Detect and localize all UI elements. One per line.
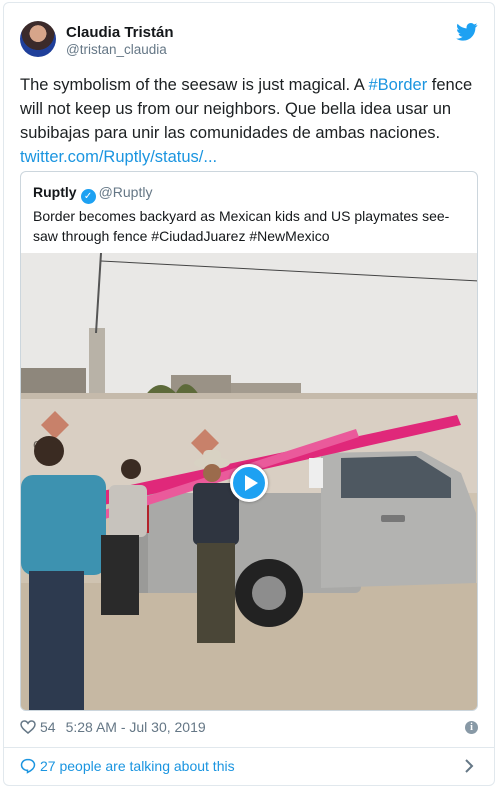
- play-icon[interactable]: [230, 464, 268, 502]
- hashtag-link[interactable]: #Border: [368, 76, 427, 94]
- chevron-right-icon[interactable]: [464, 758, 474, 774]
- info-icon[interactable]: i: [465, 721, 478, 734]
- tweet-meta: 54 5:28 AM - Jul 30, 2019 i: [20, 719, 478, 739]
- video-media[interactable]: on: [21, 253, 477, 710]
- heart-icon[interactable]: [20, 720, 36, 734]
- quoted-header: Ruptly ✓ @Ruptly: [33, 184, 152, 204]
- tweet-text: The symbolism of the seesaw is just magi…: [20, 73, 480, 169]
- avatar[interactable]: [20, 21, 56, 57]
- like-count[interactable]: 54: [40, 719, 56, 735]
- timestamp[interactable]: 5:28 AM - Jul 30, 2019: [66, 719, 206, 735]
- quoted-handle[interactable]: @Ruptly: [99, 184, 153, 200]
- speech-bubble-icon: [20, 758, 36, 774]
- tweet-header: Claudia Tristán @tristan_claudia: [20, 21, 478, 61]
- twitter-bird-icon[interactable]: [456, 23, 478, 41]
- quoted-tweet[interactable]: Ruptly ✓ @Ruptly Border becomes backyard a…: [20, 171, 478, 711]
- quoted-text: Border becomes backyard as Mexican kids …: [33, 208, 450, 244]
- conversation-label[interactable]: 27 people are talking about this: [40, 758, 235, 774]
- status-link[interactable]: twitter.com/Ruptly/status/...: [20, 148, 217, 166]
- tweet-text-part: The symbolism of the seesaw is just magi…: [20, 76, 369, 94]
- divider: [4, 747, 494, 748]
- author-handle[interactable]: @tristan_claudia: [66, 42, 167, 57]
- verified-badge-icon: ✓: [80, 189, 96, 204]
- author-name[interactable]: Claudia Tristán: [66, 24, 174, 41]
- tweet-card: Claudia Tristán @tristan_claudia The sym…: [3, 2, 495, 786]
- quoted-name[interactable]: Ruptly: [33, 184, 77, 200]
- conversation-link[interactable]: 27 people are talking about this: [20, 758, 478, 778]
